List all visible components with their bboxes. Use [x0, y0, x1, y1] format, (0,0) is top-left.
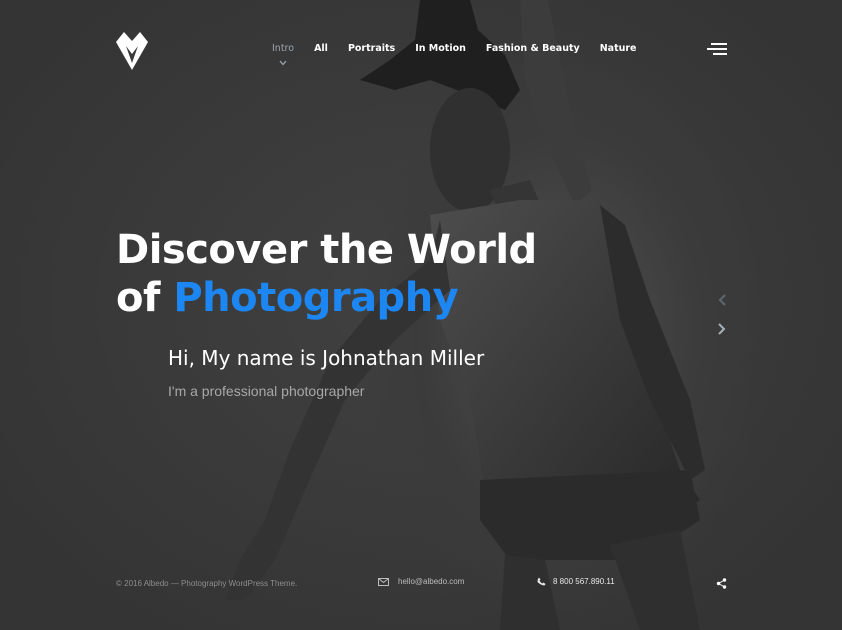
logo-icon[interactable] [116, 32, 148, 70]
hero-subtitle: Hi, My name is Johnathan Miller [168, 346, 485, 370]
footer-phone: 8 800 567.890.11 [553, 577, 615, 586]
nav-item-label: All [314, 43, 328, 54]
footer-copyright: © 2016 Albedo — Photography WordPress Th… [116, 579, 298, 588]
chevron-down-icon [279, 60, 287, 66]
nav-item-all[interactable]: All [304, 43, 338, 54]
arrow-up-icon[interactable] [716, 293, 728, 307]
hero-tagline: I'm a professional photographer [168, 383, 365, 399]
nav-item-fashion-beauty[interactable]: Fashion & Beauty [476, 43, 590, 54]
phone-icon [537, 577, 546, 586]
hero-title-accent: Photography [173, 275, 459, 321]
nav-item-intro[interactable]: Intro [262, 43, 304, 66]
menu-icon[interactable] [705, 43, 727, 57]
main-nav: Intro All Portraits In Motion Fashion & … [262, 43, 647, 66]
footer-phone-link[interactable]: 8 800 567.890.11 [537, 577, 615, 586]
share-icon[interactable] [716, 578, 727, 589]
hero-title-line1: Discover the World [116, 227, 537, 273]
footer-email: hello@albedo.com [398, 577, 465, 586]
nav-item-label: Fashion & Beauty [485, 43, 580, 54]
nav-item-in-motion[interactable]: In Motion [405, 43, 476, 54]
nav-item-portraits[interactable]: Portraits [338, 43, 405, 54]
nav-item-label: In Motion [415, 43, 466, 54]
mail-icon [378, 577, 389, 586]
nav-item-label: Nature [599, 43, 637, 54]
arrow-down-icon[interactable] [716, 322, 728, 336]
nav-item-label: Intro [272, 43, 295, 54]
footer-email-link[interactable]: hello@albedo.com [378, 577, 464, 586]
nav-item-nature[interactable]: Nature [590, 43, 647, 54]
hero-title-of: of [116, 275, 160, 321]
hero-title: Discover the World of Photography [116, 226, 537, 322]
nav-item-label: Portraits [347, 43, 396, 54]
